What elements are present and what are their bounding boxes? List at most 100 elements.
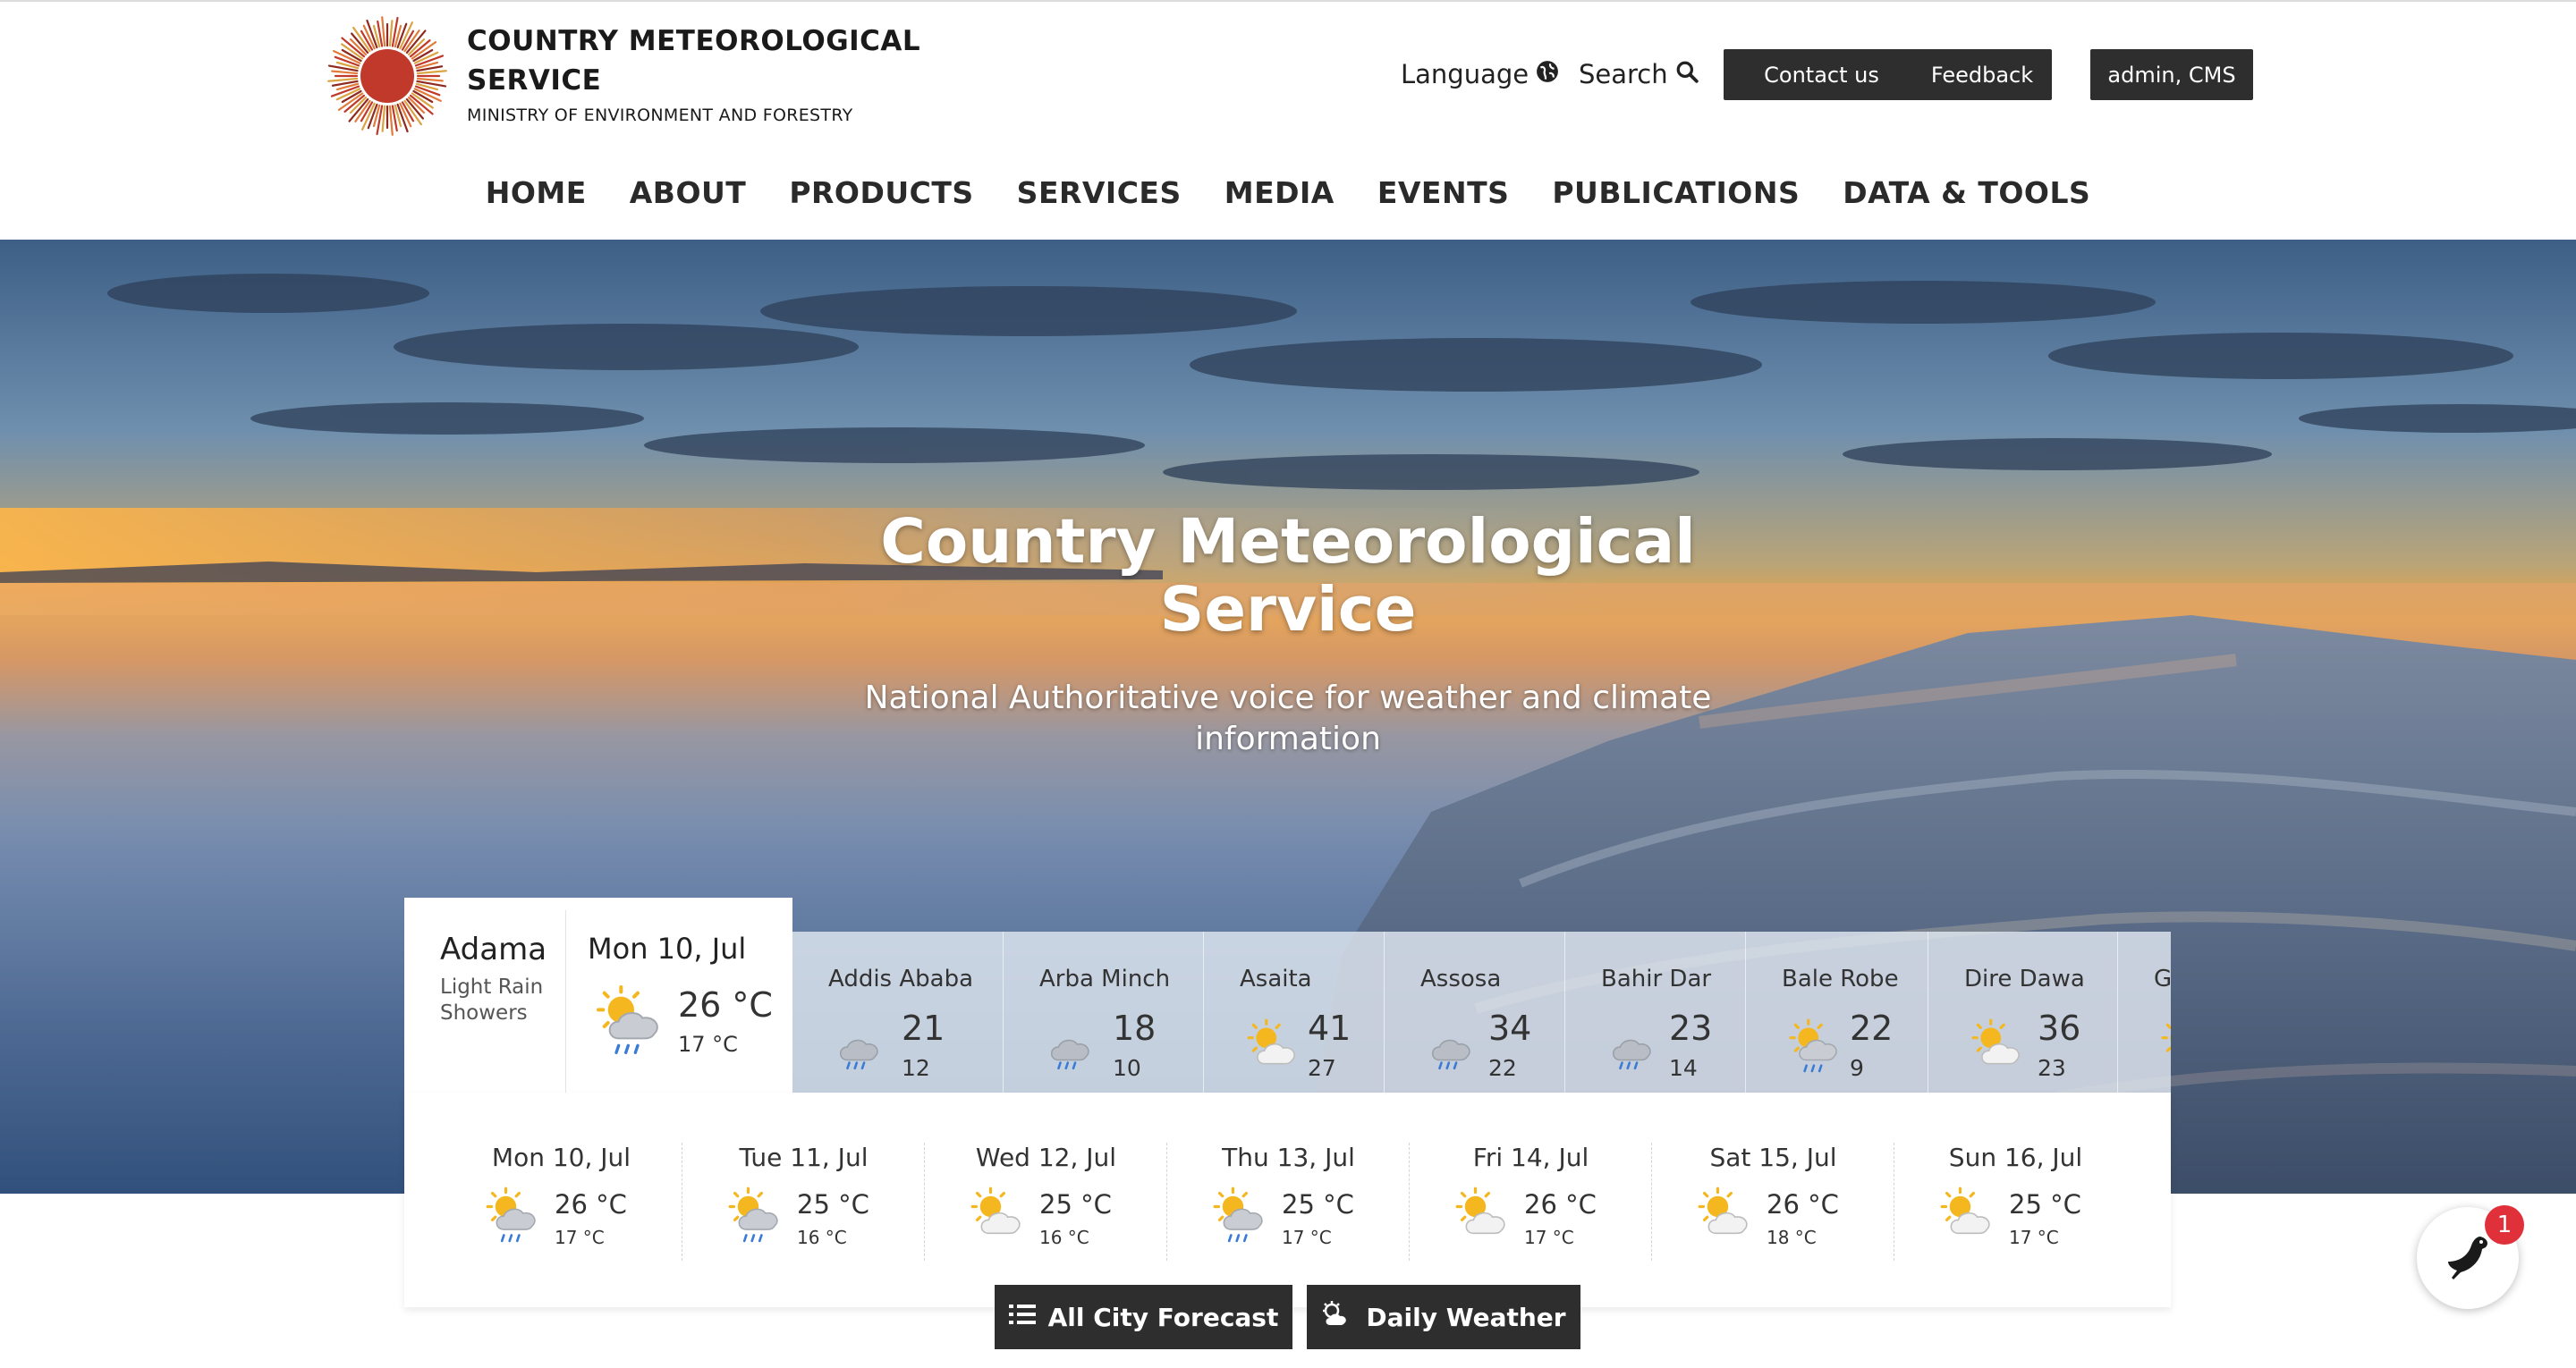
sun-cloud-rain-icon: [485, 1186, 542, 1243]
nav-media[interactable]: MEDIA: [1203, 163, 1356, 223]
city-min-temp: 23: [2038, 1055, 2066, 1081]
city-card[interactable]: Arba Minch 18 10: [1004, 932, 1204, 1093]
nav-events[interactable]: EVENTS: [1356, 163, 1531, 223]
city-card[interactable]: Asaita 41 27: [1204, 932, 1385, 1093]
forecast-min-temp: 16 °C: [797, 1227, 847, 1248]
chat-widget-button[interactable]: 1: [2417, 1205, 2524, 1309]
forecast-day-label: Sat 15, Jul: [1709, 1143, 1837, 1172]
current-city-name: Adama: [440, 932, 547, 967]
site-header: COUNTRY METEOROLOGICAL SERVICE MINISTRY …: [0, 0, 2576, 240]
daily-weather-button[interactable]: Daily Weather: [1307, 1285, 1580, 1349]
forecast-day-label: Thu 13, Jul: [1222, 1143, 1355, 1172]
city-name: Arba Minch: [1039, 966, 1171, 992]
bird-icon: [2441, 1229, 2495, 1287]
forecast-day-label: Tue 11, Jul: [739, 1143, 869, 1172]
search-toggle[interactable]: Search: [1579, 48, 1699, 100]
nav-services[interactable]: SERVICES: [996, 163, 1203, 223]
forecast-day[interactable]: Sat 15, Jul 26 °C 18 °C: [1652, 1093, 1894, 1307]
forecast-day[interactable]: Thu 13, Jul 25 °C 17 °C: [1167, 1093, 1410, 1307]
forecast-max-temp: 25 °C: [1282, 1189, 1354, 1220]
forecast-max-temp: 26 °C: [555, 1189, 627, 1220]
city-name: Asaita: [1240, 966, 1312, 992]
search-icon: [1675, 59, 1699, 89]
city-card[interactable]: Bahir Dar 23 14: [1565, 932, 1746, 1093]
site-title[interactable]: COUNTRY METEOROLOGICAL SERVICE: [467, 21, 932, 100]
nav-data-tools[interactable]: DATA & TOOLS: [1821, 163, 2112, 223]
current-date: Mon 10, Jul: [588, 932, 747, 966]
current-divider: [565, 910, 566, 1093]
city-max-temp: 23: [1669, 1009, 1713, 1048]
nav-products[interactable]: PRODUCTS: [767, 163, 995, 223]
current-weather-card[interactable]: Adama Light Rain Showers Mon 10, Jul 26 …: [404, 898, 792, 1093]
language-selector[interactable]: Language: [1401, 48, 1559, 100]
list-icon: [1008, 1303, 1036, 1332]
cloud-rain-icon: [1426, 1018, 1483, 1073]
current-min-temp: 17 °C: [678, 1032, 738, 1057]
notification-badge: 1: [2485, 1205, 2524, 1245]
nav-about[interactable]: ABOUT: [608, 163, 768, 223]
city-max-temp: 21: [902, 1009, 945, 1048]
sun-cloud-icon: [1697, 1186, 1754, 1243]
language-label: Language: [1401, 59, 1530, 89]
city-forecast-strip: Addis Ababa 21 12 Arba Minch 18 10 Asait…: [792, 932, 2171, 1093]
forecast-min-temp: 18 °C: [1767, 1227, 1817, 1248]
forecast-min-temp: 17 °C: [2009, 1227, 2059, 1248]
sun-cloud-icon: [1454, 1186, 1512, 1243]
forecast-max-temp: 25 °C: [1039, 1189, 1112, 1220]
city-card[interactable]: Assosa 34 22: [1385, 932, 1565, 1093]
city-max-temp: 41: [1308, 1009, 1352, 1048]
contact-us-button[interactable]: Contact us: [1724, 49, 1919, 100]
city-min-temp: 9: [1850, 1055, 1864, 1081]
forecast-day-label: Fri 14, Jul: [1472, 1143, 1589, 1172]
forecast-min-temp: 17 °C: [1524, 1227, 1574, 1248]
city-card[interactable]: Bale Robe 22 9: [1746, 932, 1928, 1093]
city-name: Ga: [2154, 966, 2171, 992]
forecast-day-label: Mon 10, Jul: [491, 1143, 631, 1172]
sun-cloud-rain-icon: [592, 984, 669, 1055]
current-max-temp: 26 °C: [678, 985, 773, 1025]
site-subtitle: MINISTRY OF ENVIRONMENT AND FORESTRY: [467, 106, 853, 125]
cloud-rain-icon: [1606, 1018, 1664, 1073]
city-min-temp: 14: [1669, 1055, 1698, 1081]
current-condition: Light Rain Showers: [440, 975, 544, 1025]
sun-cloud-rain-icon: [1787, 1018, 1844, 1073]
forecast-min-temp: 16 °C: [1039, 1227, 1089, 1248]
sun-cloud-icon: [1970, 1018, 2027, 1073]
forecast-day-label: Wed 12, Jul: [975, 1143, 1117, 1172]
city-card[interactable]: Addis Ababa 21 12: [792, 932, 1004, 1093]
search-label: Search: [1579, 59, 1668, 89]
weekly-forecast: Mon 10, Jul 26 °C 17 °C Tue 11, Jul 25 °…: [404, 1093, 2171, 1307]
city-max-temp: 36: [2038, 1009, 2081, 1048]
forecast-max-temp: 26 °C: [1524, 1189, 1597, 1220]
forecast-day[interactable]: Tue 11, Jul 25 °C 16 °C: [682, 1093, 925, 1307]
admin-account-button[interactable]: admin, CMS: [2090, 49, 2253, 100]
nav-publications[interactable]: PUBLICATIONS: [1530, 163, 1821, 223]
forecast-day[interactable]: Sun 16, Jul 25 °C 17 °C: [1894, 1093, 2137, 1307]
cloud-rain-icon: [1045, 1018, 1102, 1073]
city-max-temp: 34: [1488, 1009, 1532, 1048]
sun-logo-icon[interactable]: [324, 13, 451, 139]
hero-subtitle: National Authoritative voice for weather…: [864, 680, 1712, 757]
city-card[interactable]: Ga: [2118, 932, 2171, 1093]
forecast-day[interactable]: Wed 12, Jul 25 °C 16 °C: [925, 1093, 1167, 1307]
nav-home[interactable]: HOME: [464, 163, 608, 223]
sun-cloud-icon: [970, 1186, 1027, 1243]
city-name: Dire Dawa: [1964, 966, 2085, 992]
cloud-rain-icon: [834, 1018, 891, 1073]
sun-cloud-rain-icon: [727, 1186, 784, 1243]
forecast-day[interactable]: Fri 14, Jul 26 °C 17 °C: [1410, 1093, 1652, 1307]
forecast-day[interactable]: Mon 10, Jul 26 °C 17 °C: [440, 1093, 682, 1307]
sun-cloud-icon: [1321, 1300, 1353, 1334]
city-name: Assosa: [1420, 966, 1502, 992]
all-city-forecast-label: All City Forecast: [1047, 1302, 1279, 1332]
city-name: Bale Robe: [1782, 966, 1899, 992]
feedback-button[interactable]: Feedback: [1912, 49, 2052, 100]
city-min-temp: 22: [1488, 1055, 1517, 1081]
all-city-forecast-button[interactable]: All City Forecast: [995, 1285, 1292, 1349]
hero-title: Country Meteorological Service: [880, 506, 1696, 646]
forecast-max-temp: 26 °C: [1767, 1189, 1839, 1220]
sun-cloud-icon: [1245, 1018, 1302, 1073]
city-card[interactable]: Dire Dawa 36 23: [1928, 932, 2118, 1093]
forecast-day-label: Sun 16, Jul: [1948, 1143, 2083, 1172]
globe-icon: [1536, 59, 1559, 89]
